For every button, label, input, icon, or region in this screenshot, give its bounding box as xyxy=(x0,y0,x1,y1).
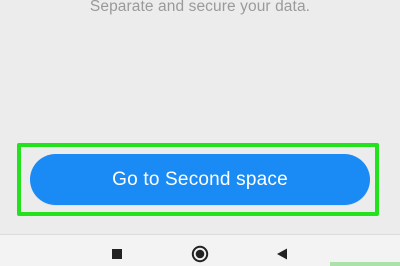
circle-icon xyxy=(191,245,209,263)
corner-accent xyxy=(330,262,400,266)
go-to-second-space-button[interactable]: Go to Second space xyxy=(30,154,370,205)
recents-button[interactable] xyxy=(107,244,127,264)
back-button[interactable] xyxy=(272,244,292,264)
second-space-screen: Separate and secure your data. Go to Sec… xyxy=(0,0,400,266)
screen-subtitle: Separate and secure your data. xyxy=(89,0,311,15)
triangle-back-icon xyxy=(277,248,287,260)
square-icon xyxy=(112,249,122,259)
go-to-second-space-label: Go to Second space xyxy=(112,168,288,190)
home-button[interactable] xyxy=(190,244,210,264)
